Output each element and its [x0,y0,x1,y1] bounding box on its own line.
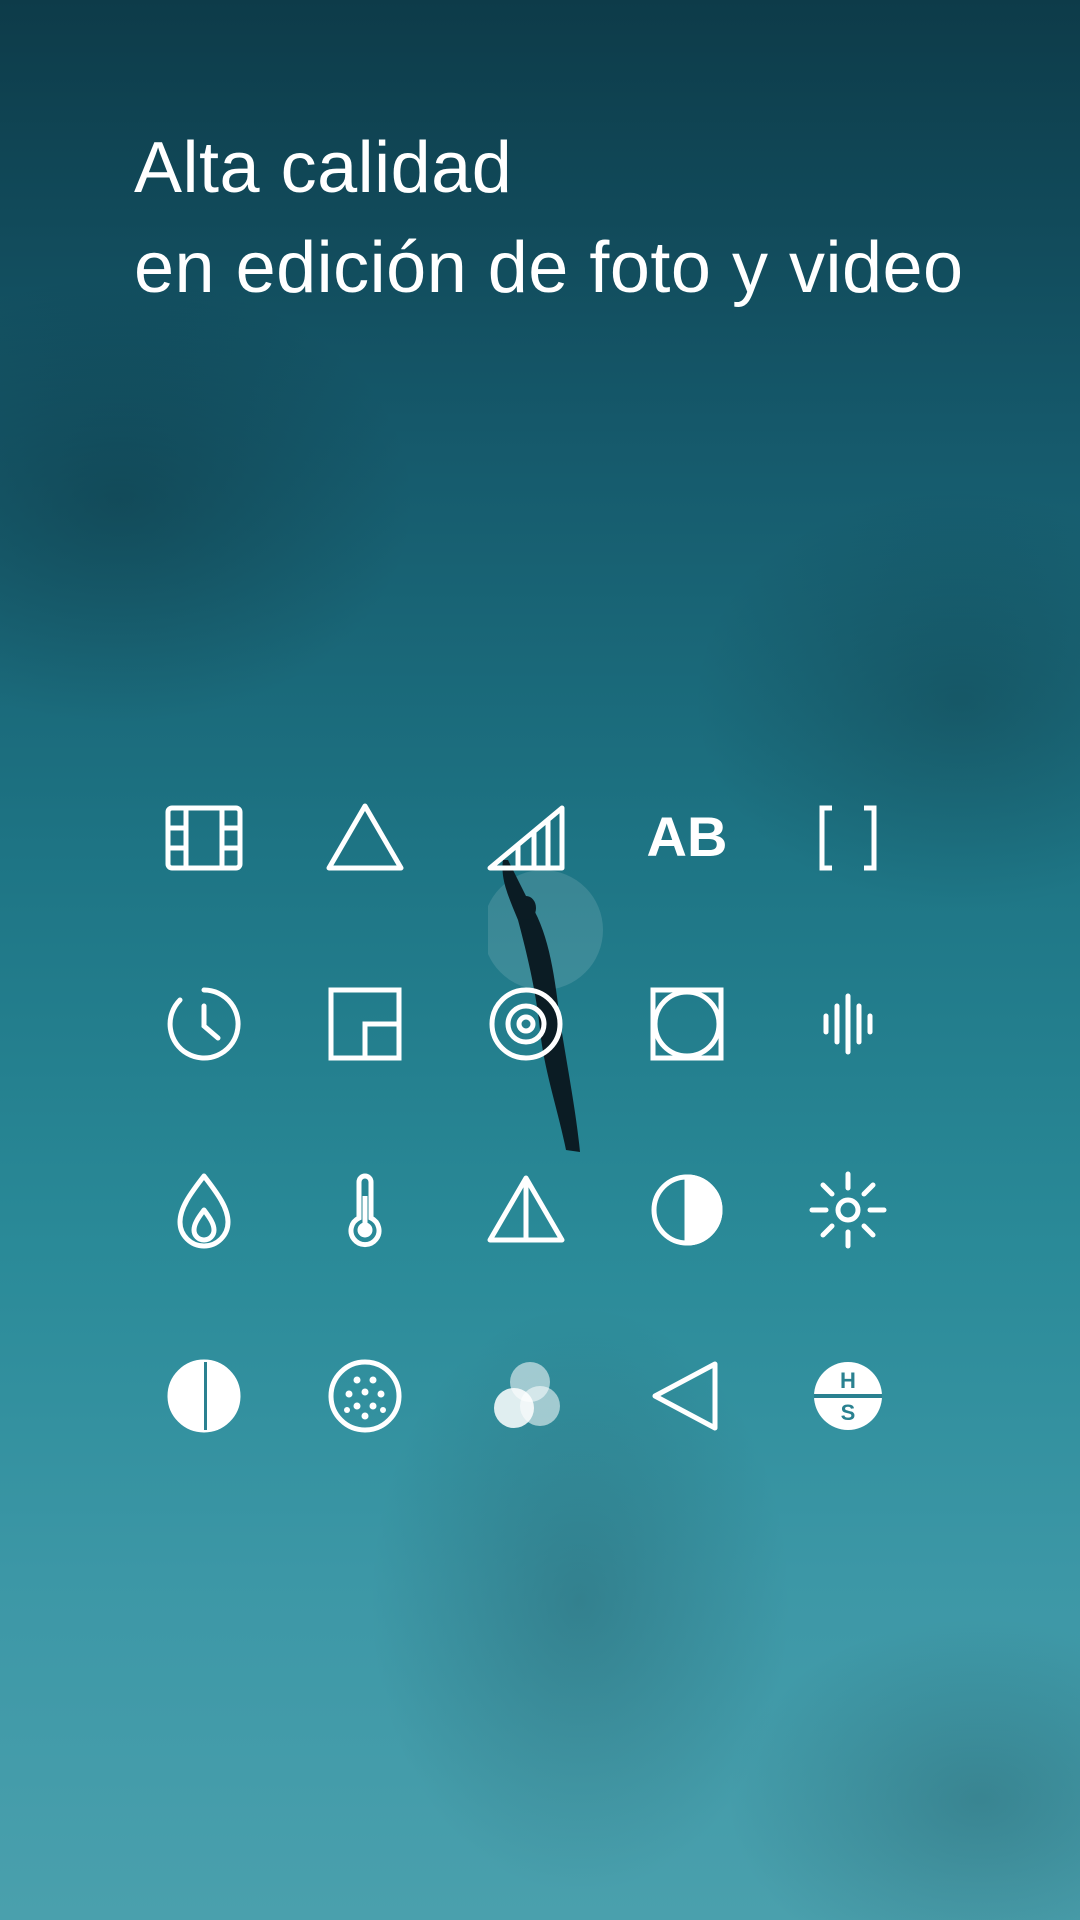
hs-badge-icon: H S [814,1362,882,1430]
tool-grain[interactable] [299,1330,431,1462]
tool-frame[interactable] [299,958,431,1090]
split-triangle-icon [487,1175,565,1243]
thermometer-icon [348,1173,382,1248]
triangle-icon [326,803,404,871]
contrast-icon [651,1174,723,1246]
tool-vignette[interactable] [621,958,753,1090]
tool-triangle[interactable] [299,772,431,904]
audio-wave-icon [823,993,873,1055]
flame-drop-icon [177,1173,231,1249]
headline-line-1: Alta calidad [134,128,513,208]
target-icon [489,987,563,1061]
ab-text-icon: AB [647,805,728,868]
tool-film[interactable] [138,772,270,904]
editing-tools-grid: AB H S [138,772,948,1462]
tool-color-circles[interactable] [460,1330,592,1462]
headline: Alta calidad en edición de foto y video [134,118,964,318]
signal-bars-icon [487,805,565,871]
tool-contrast[interactable] [621,1144,753,1276]
tool-audio-wave[interactable] [782,958,914,1090]
tool-clock[interactable] [138,958,270,1090]
tool-thermometer[interactable] [299,1144,431,1276]
grain-icon [328,1359,402,1433]
vignette-square-icon [650,987,724,1061]
sun-icon [809,1171,887,1249]
hs-label-s: S [841,1400,856,1425]
tool-split-triangle[interactable] [460,1144,592,1276]
tool-signal-bars[interactable] [460,772,592,904]
play-left-triangle-icon [652,1361,718,1431]
tool-play-left[interactable] [621,1330,753,1462]
tool-target[interactable] [460,958,592,1090]
tool-brackets[interactable] [782,772,914,904]
brackets-icon [819,805,877,871]
clock-icon [167,987,241,1061]
headline-line-2: en edición de foto y video [134,228,964,308]
film-icon [165,805,243,871]
tool-sun[interactable] [782,1144,914,1276]
frame-icon [328,987,402,1061]
tool-flame-drop[interactable] [138,1144,270,1276]
ab-label: AB [647,805,728,868]
tool-ab-text[interactable]: AB [621,772,753,904]
tool-hs-badge[interactable]: H S [782,1330,914,1462]
hs-label-h: H [840,1368,856,1393]
color-circles-icon [494,1362,560,1428]
tone-circle-icon [167,1359,241,1433]
tool-tone-circle[interactable] [138,1330,270,1462]
